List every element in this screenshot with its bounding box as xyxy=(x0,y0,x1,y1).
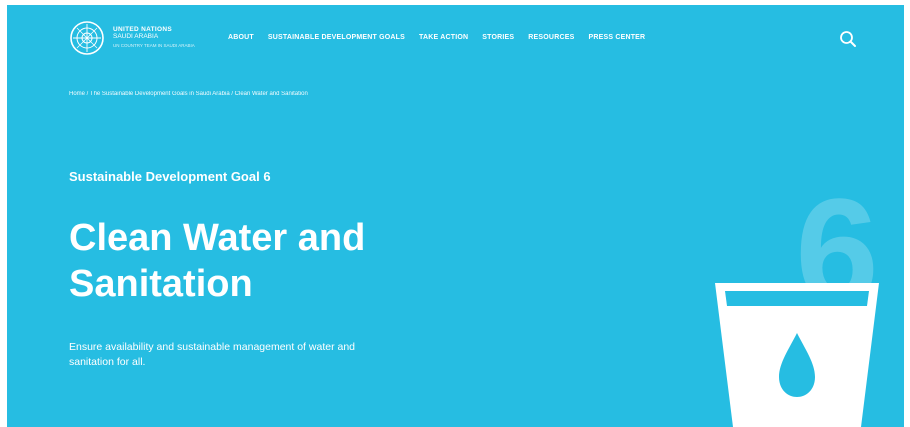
site-logo[interactable]: UNITED NATIONS SAUDI ARABIA UN COUNTRY T… xyxy=(69,18,209,58)
nav-take-action[interactable]: TAKE ACTION xyxy=(419,34,468,41)
nav-resources[interactable]: RESOURCES xyxy=(528,34,574,41)
search-icon[interactable] xyxy=(839,30,857,48)
nav-press-center[interactable]: PRESS CENTER xyxy=(588,34,645,41)
goal-eyebrow: Sustainable Development Goal 6 xyxy=(69,169,271,184)
goal-description: Ensure availability and sustainable mana… xyxy=(69,341,356,368)
goal-6-illustration: 6 xyxy=(715,185,879,427)
main-nav: ABOUT SUSTAINABLE DEVELOPMENT GOALS TAKE… xyxy=(228,34,645,41)
nav-stories[interactable]: STORIES xyxy=(482,34,514,41)
nav-sdgs[interactable]: SUSTAINABLE DEVELOPMENT GOALS xyxy=(268,34,405,41)
logo-line-2: SAUDI ARABIA xyxy=(113,33,159,41)
logo-line-3: UN COUNTRY TEAM IN SAUDI ARABIA xyxy=(113,42,195,48)
logo-text: UNITED NATIONS SAUDI ARABIA UN COUNTRY T… xyxy=(113,27,195,48)
hero-banner: UNITED NATIONS SAUDI ARABIA UN COUNTRY T… xyxy=(7,5,904,427)
page-title: Clean Water and Sanitation xyxy=(69,217,366,305)
water-glass-icon xyxy=(715,283,879,427)
breadcrumb[interactable]: Home / The Sustainable Development Goals… xyxy=(69,91,308,97)
nav-about[interactable]: ABOUT xyxy=(228,34,254,41)
un-emblem-icon xyxy=(70,21,104,55)
